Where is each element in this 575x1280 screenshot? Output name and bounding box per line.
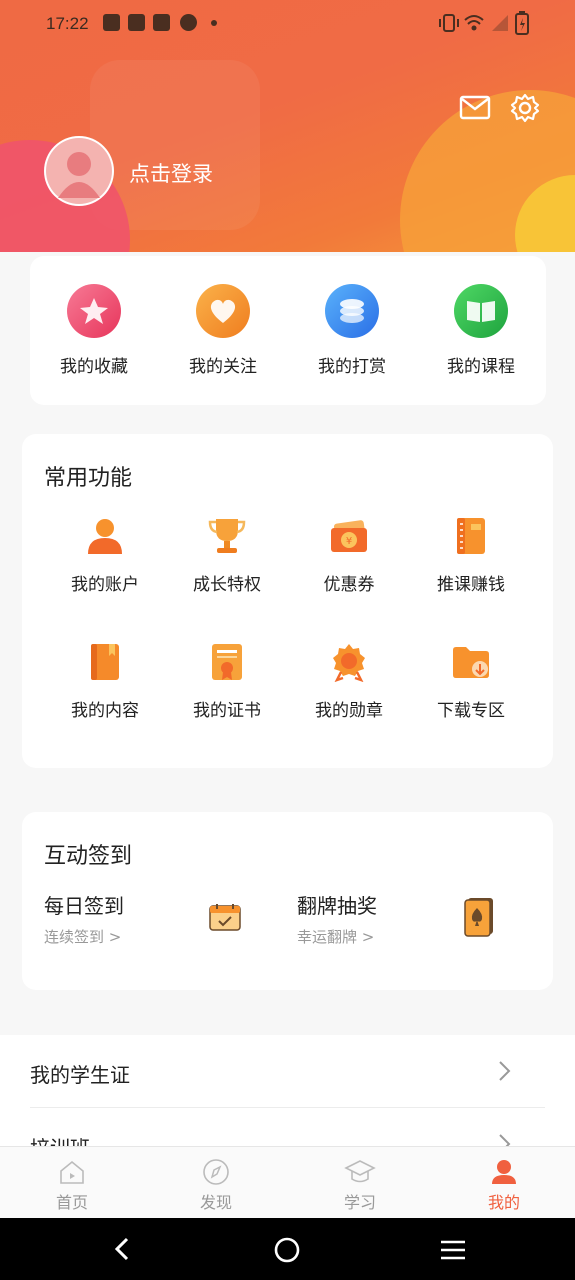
quick-item-favorites[interactable]: 我的收藏	[34, 284, 154, 377]
quick-item-label: 我的打赏	[318, 357, 386, 377]
menu-icon[interactable]	[439, 1238, 467, 1262]
func-label: 下载专区	[437, 701, 505, 721]
quick-item-following[interactable]: 我的关注	[163, 284, 283, 377]
card-icon	[464, 898, 493, 937]
func-label: 我的勋章	[315, 701, 383, 721]
chevron-right-icon	[499, 1061, 511, 1081]
system-navigation-bar	[0, 1218, 575, 1280]
daily-checkin-sub: 连续签到 >	[44, 928, 122, 946]
func-my-account[interactable]: 我的账户	[44, 516, 166, 595]
notification-icon	[180, 14, 197, 31]
signal-icon	[492, 15, 508, 31]
func-certificates[interactable]: 我的证书	[166, 642, 288, 721]
func-coupons[interactable]: ¥ 优惠券	[288, 516, 410, 595]
home-icon	[60, 1160, 84, 1184]
func-label: 我的账户	[71, 575, 139, 595]
tab-home[interactable]: 首页	[0, 1147, 144, 1219]
tab-mine[interactable]: 我的	[432, 1147, 575, 1219]
notification-icon	[103, 14, 120, 31]
trophy-icon	[208, 519, 246, 553]
func-medals[interactable]: 我的勋章	[288, 642, 410, 721]
quick-item-label: 我的课程	[447, 357, 515, 377]
checkin-card: 互动签到 每日签到 连续签到 > 翻牌抽奖 幸运翻牌 >	[22, 812, 553, 990]
notification-icon	[153, 14, 170, 31]
user-icon	[492, 1160, 516, 1184]
book-icon	[91, 644, 119, 680]
flip-lottery-title: 翻牌抽奖	[297, 894, 377, 918]
tab-study[interactable]: 学习	[288, 1147, 432, 1219]
daily-checkin[interactable]: 每日签到 连续签到 >	[44, 890, 274, 960]
quick-item-courses[interactable]: 我的课程	[421, 284, 541, 377]
flip-lottery[interactable]: 翻牌抽奖 幸运翻牌 >	[297, 890, 527, 960]
certificate-icon	[212, 644, 242, 680]
medal-icon	[333, 644, 365, 683]
list-item-label: 我的学生证	[30, 1063, 130, 1087]
star-icon	[67, 284, 121, 338]
user-icon	[88, 519, 122, 554]
tab-label: 我的	[487, 1193, 520, 1212]
download-folder-icon	[453, 647, 489, 678]
coins-icon	[325, 284, 379, 338]
coupon-icon: ¥	[331, 520, 367, 552]
quick-item-label: 我的关注	[189, 357, 257, 377]
svg-text:¥: ¥	[346, 536, 352, 547]
wifi-icon	[464, 15, 484, 31]
func-growth-privilege[interactable]: 成长特权	[166, 516, 288, 595]
battery-icon	[515, 11, 529, 35]
back-icon[interactable]	[110, 1236, 134, 1262]
book-icon	[454, 284, 508, 338]
login-link[interactable]: 点击登录	[129, 158, 213, 188]
message-icon[interactable]	[459, 94, 491, 122]
tab-label: 首页	[55, 1193, 88, 1212]
list-item-student-id[interactable]: 我的学生证	[0, 1035, 575, 1108]
avatar[interactable]	[44, 136, 114, 206]
func-promote-courses[interactable]: 推课赚钱	[410, 516, 532, 595]
tab-discover[interactable]: 发现	[144, 1147, 288, 1219]
heart-icon	[196, 284, 250, 338]
flip-lottery-sub: 幸运翻牌 >	[297, 928, 375, 946]
status-time: 17:22	[46, 14, 89, 33]
func-label: 成长特权	[193, 575, 261, 595]
quick-item-label: 我的收藏	[60, 357, 128, 377]
common-functions-card: 常用功能 我的账户 成长特权 ¥ 优惠券 推课赚钱 我的内容 我的证书 我的勋章…	[22, 434, 553, 768]
tab-label: 发现	[199, 1193, 232, 1212]
default-avatar-icon	[46, 138, 112, 204]
quick-access-card: 我的收藏 我的关注 我的打赏 我的课程	[30, 256, 546, 405]
daily-checkin-title: 每日签到	[44, 894, 124, 918]
more-notifications-icon	[211, 20, 217, 26]
tab-label: 学习	[343, 1193, 376, 1212]
vibrate-icon	[439, 14, 459, 32]
notebook-icon	[457, 518, 485, 554]
section-title: 常用功能	[44, 466, 133, 491]
settings-icon[interactable]	[510, 93, 540, 123]
graduation-cap-icon	[344, 1160, 376, 1183]
status-bar: 17:22	[0, 0, 575, 48]
func-label: 优惠券	[323, 575, 375, 595]
section-title: 互动签到	[44, 844, 133, 869]
compass-icon	[203, 1159, 229, 1185]
func-label: 推课赚钱	[437, 575, 505, 595]
list-item-training-class[interactable]: 培训班	[0, 1108, 575, 1148]
func-my-content[interactable]: 我的内容	[44, 642, 166, 721]
notification-icon	[128, 14, 145, 31]
func-label: 我的内容	[71, 701, 139, 721]
func-label: 我的证书	[193, 701, 261, 721]
calendar-check-icon	[209, 904, 241, 931]
bottom-tab-bar: 首页 发现 学习 我的	[0, 1146, 575, 1219]
quick-item-rewards[interactable]: 我的打赏	[292, 284, 412, 377]
func-downloads[interactable]: 下载专区	[410, 642, 532, 721]
home-circle-icon[interactable]	[273, 1236, 301, 1264]
